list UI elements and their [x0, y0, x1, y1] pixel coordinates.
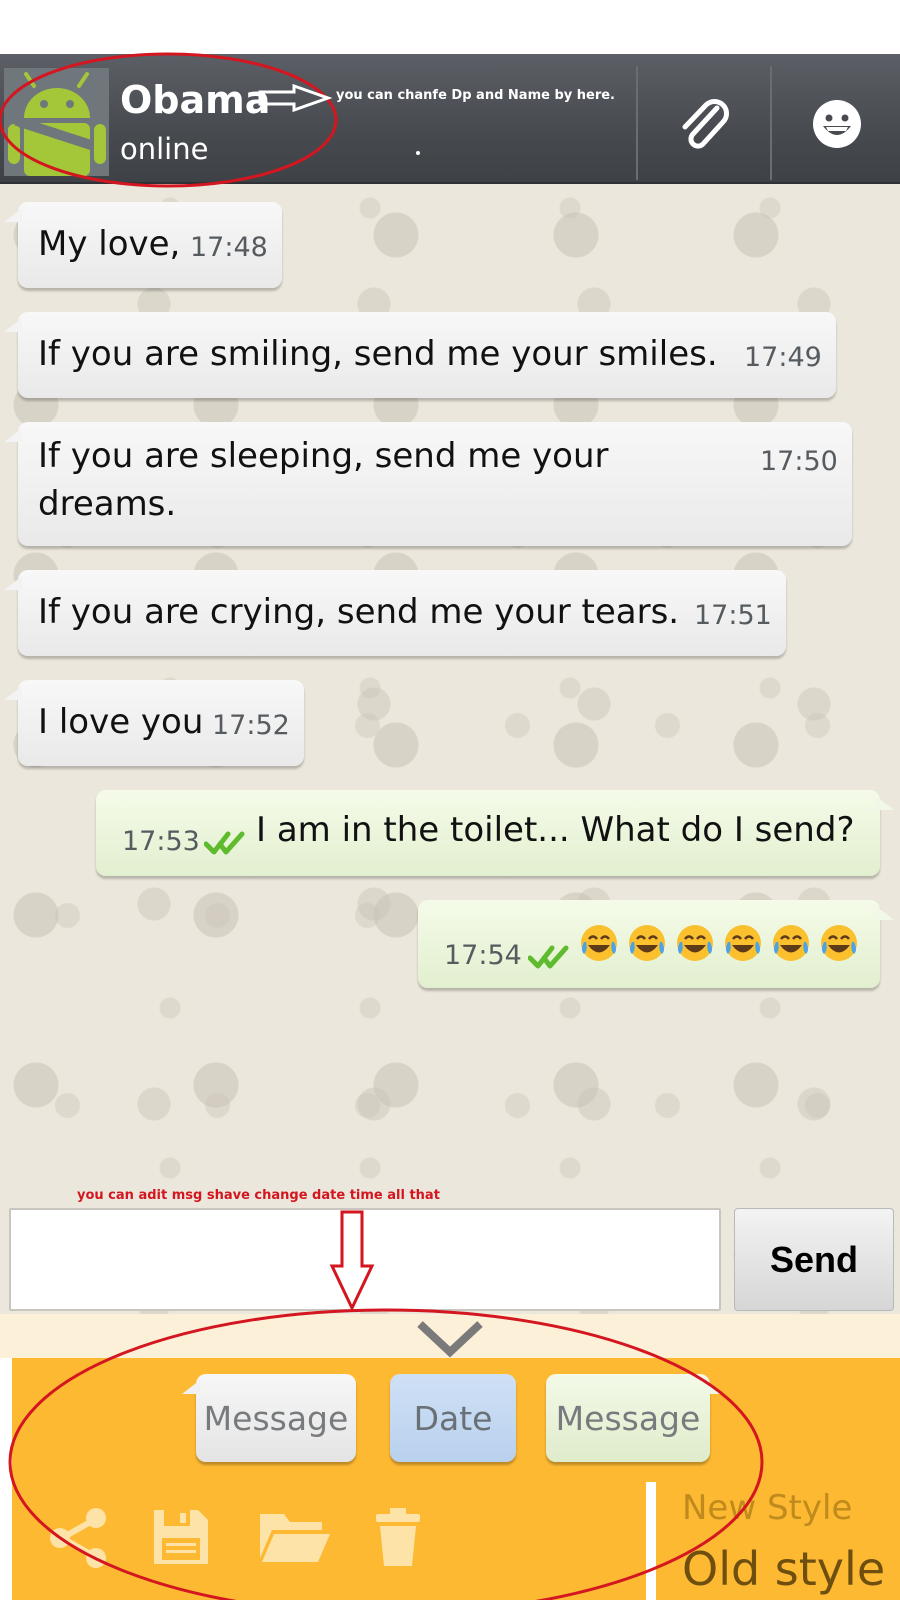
message-text: My love, [38, 224, 181, 264]
message-text: I love you [38, 702, 204, 742]
message-bubble-incoming[interactable]: If you are smiling, send me your smiles.… [4, 312, 836, 398]
crying-laughing-emoji-icon [581, 925, 617, 961]
crying-laughing-emoji-icon [629, 925, 665, 961]
message-bubble-outgoing[interactable]: 17:54 [418, 900, 894, 988]
message-input[interactable] [9, 1208, 721, 1311]
emoji-button[interactable] [774, 68, 900, 180]
message-bubble-incoming[interactable]: I love you 17:52 [4, 680, 304, 766]
outgoing-message-option[interactable]: Message [546, 1374, 724, 1462]
chevron-down-icon [417, 1321, 483, 1358]
emoji-row [578, 922, 860, 964]
message-text-line1: If you are sleeping, send me your [38, 436, 609, 476]
message-time: 17:52 [212, 710, 290, 741]
crying-laughing-emoji-icon [821, 925, 857, 961]
incoming-message-option[interactable]: Message [182, 1374, 356, 1462]
panel-toggle[interactable] [0, 1314, 900, 1358]
header-annotation-note: you can chanfe Dp and Name by here. [336, 88, 615, 103]
message-time: 17:50 [760, 446, 838, 477]
edit-panel: Message Date Message New Style Old style [12, 1358, 900, 1600]
message-bubble-incoming[interactable]: If you are crying, send me your tears. 1… [4, 570, 786, 656]
trash-icon[interactable] [374, 1506, 422, 1568]
header-divider [636, 66, 638, 180]
folder-icon[interactable] [258, 1506, 332, 1568]
message-text: If you are smiling, send me your smiles. [38, 334, 718, 374]
double-tick-icon [528, 945, 569, 969]
date-option[interactable]: Date [390, 1374, 516, 1462]
old-style-option[interactable]: Old style [682, 1542, 885, 1596]
header-divider [770, 66, 772, 180]
message-time: 17:51 [694, 600, 772, 631]
android-robot-icon [4, 68, 109, 176]
message-text: If you are crying, send me your tears. [38, 592, 680, 632]
crying-laughing-emoji-icon [725, 925, 761, 961]
new-style-option[interactable]: New Style [682, 1488, 852, 1528]
smiley-icon [813, 100, 861, 148]
composer: Send [0, 1200, 900, 1314]
contact-avatar[interactable] [4, 68, 109, 176]
message-bubble-outgoing[interactable]: 17:53 I am in the toilet... What do I se… [96, 790, 894, 876]
message-bubble-incoming[interactable]: My love, 17:48 [4, 202, 282, 288]
message-time: 17:49 [744, 342, 822, 373]
message-time: 17:54 [444, 940, 522, 971]
message-text-line2: dreams. [38, 484, 177, 524]
crying-laughing-emoji-icon [677, 925, 713, 961]
chat-header: Obama online [0, 54, 900, 184]
save-icon[interactable] [150, 1506, 212, 1568]
double-tick-icon [204, 831, 245, 855]
attach-button[interactable] [640, 68, 766, 180]
panel-divider [646, 1482, 656, 1600]
contact-status: online [120, 132, 209, 166]
message-time: 17:48 [190, 232, 268, 263]
message-bubble-incoming[interactable]: If you are sleeping, send me your dreams… [4, 422, 852, 546]
paperclip-icon [682, 99, 729, 149]
message-time: 17:53 [122, 826, 200, 857]
chat-area[interactable]: My love, 17:48 If you are smiling, send … [0, 184, 900, 1314]
panel-annotation-note: you can adit msg shave change date time … [77, 1188, 440, 1203]
crying-laughing-emoji-icon [773, 925, 809, 961]
message-text: I am in the toilet... What do I send? [256, 810, 855, 850]
share-icon[interactable] [46, 1506, 110, 1570]
annotation-dot [416, 151, 420, 155]
contact-name[interactable]: Obama [120, 78, 270, 122]
send-button[interactable]: Send [734, 1208, 894, 1311]
